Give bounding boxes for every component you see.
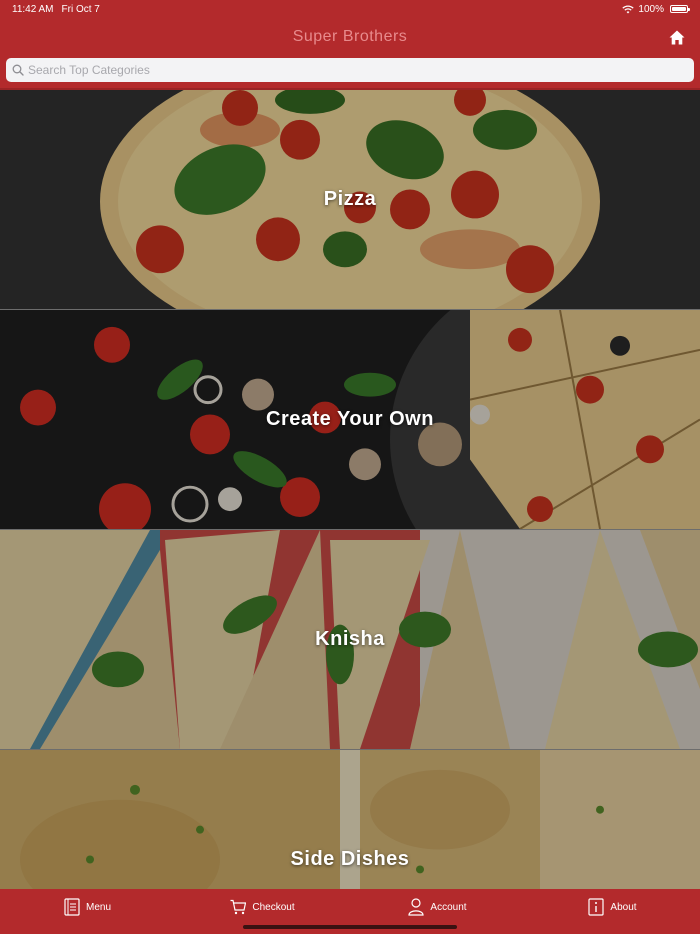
- tab-label: About: [610, 901, 637, 913]
- search-input[interactable]: [28, 63, 694, 77]
- category-pizza[interactable]: Pizza: [0, 90, 700, 310]
- category-list: Pizza Create Your Own Knisha Side Dishes: [0, 90, 700, 889]
- tab-label: Account: [430, 901, 467, 913]
- home-indicator: [243, 925, 457, 929]
- tab-menu[interactable]: Menu: [0, 897, 175, 917]
- wifi-icon: [622, 4, 635, 13]
- status-date: Fri Oct 7: [61, 3, 100, 15]
- category-label: Knisha: [315, 628, 385, 650]
- menu-book-icon: [64, 898, 80, 916]
- home-icon: [669, 30, 685, 44]
- person-icon: [408, 898, 425, 916]
- category-create-your-own[interactable]: Create Your Own: [0, 310, 700, 530]
- tab-account[interactable]: Account: [350, 897, 525, 917]
- category-knisha[interactable]: Knisha: [0, 530, 700, 750]
- info-icon: [588, 898, 605, 916]
- tab-label: Checkout: [252, 901, 295, 913]
- status-indicators: 100%: [622, 3, 690, 15]
- category-label: Pizza: [323, 188, 377, 210]
- app-title: Super Brothers: [292, 28, 408, 45]
- home-button[interactable]: [666, 26, 688, 48]
- category-side-dishes[interactable]: Side Dishes: [0, 750, 700, 889]
- tab-checkout[interactable]: Checkout: [175, 897, 350, 917]
- nav-bar: Super Brothers: [0, 18, 700, 56]
- status-time: 11:42 AM: [12, 3, 54, 15]
- category-label: Create Your Own: [266, 408, 434, 430]
- cart-icon: [230, 899, 247, 915]
- battery-icon: [670, 5, 690, 13]
- status-bar: 11:42 AM Fri Oct 7 100%: [0, 0, 700, 18]
- search-bar: [0, 56, 700, 88]
- battery-percent: 100%: [638, 3, 664, 15]
- search-icon: [12, 64, 24, 76]
- search-field[interactable]: [6, 58, 694, 82]
- tab-about[interactable]: About: [525, 897, 700, 917]
- category-label: Side Dishes: [290, 848, 410, 870]
- tab-label: Menu: [85, 901, 111, 913]
